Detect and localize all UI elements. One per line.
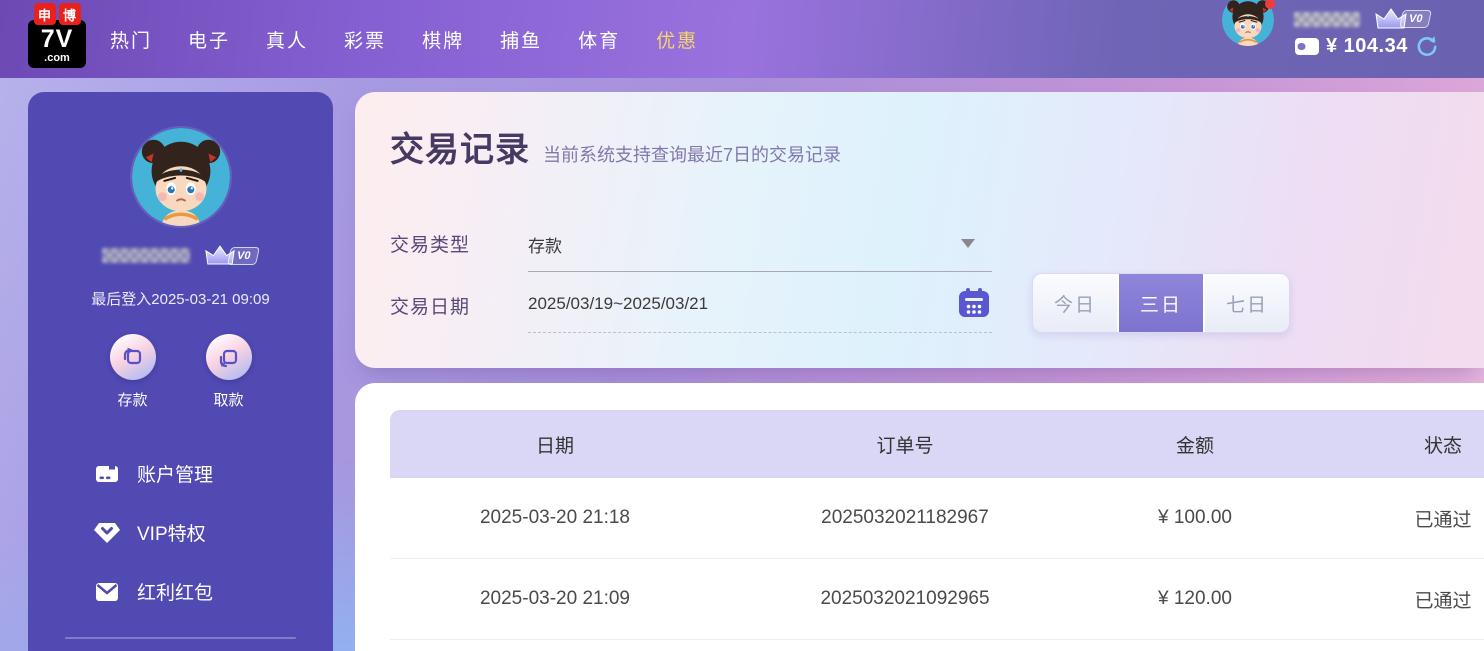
transactions-table: 日期 订单号 金额 状态 2025-03-20 21:18 2025032021… <box>390 410 1484 640</box>
header-amount: 金额 <box>1090 431 1300 458</box>
page-title: 交易记录 <box>390 122 530 171</box>
user-name-row: V0 <box>1294 9 1438 29</box>
sidebar: V0 最后登入2025-03-21 09:09 存款 取款 <box>28 92 333 651</box>
range-button-7days[interactable]: 七日 <box>1205 274 1289 332</box>
sidebar-item-label: 红利红包 <box>137 578 213 605</box>
nav-item-slots[interactable]: 电子 <box>188 26 230 53</box>
nav-item-hot[interactable]: 热门 <box>110 26 152 53</box>
deposit-button[interactable]: 存款 <box>101 334 165 410</box>
table-row: 2025-03-20 21:18 2025032021182967 ¥ 100.… <box>390 478 1484 559</box>
header-order-no: 订单号 <box>720 431 1090 458</box>
profile-vip-badge: V0 <box>227 247 260 265</box>
deposit-icon <box>110 334 156 380</box>
cell-amount: ¥ 100.00 <box>1090 507 1300 529</box>
profile-avatar[interactable] <box>132 128 230 226</box>
logo-suffix-text: .com <box>31 53 83 64</box>
top-nav: 申 博 7V .com 热门 电子 真人 彩票 棋牌 捕鱼 体育 优惠 V0 <box>0 0 1484 78</box>
last-login-text: 最后登入2025-03-21 09:09 <box>28 288 333 309</box>
sidebar-item-account[interactable]: 账户管理 <box>28 444 333 503</box>
transaction-date-label: 交易日期 <box>390 292 470 319</box>
filter-panel: 交易记录 当前系统支持查询最近7日的交易记录 交易类型 存款 交易日期 2025… <box>355 92 1484 368</box>
logo-main-text: 7V <box>31 27 83 52</box>
cell-date: 2025-03-20 21:09 <box>390 588 720 610</box>
red-packet-icon <box>94 579 120 605</box>
calendar-icon[interactable] <box>959 288 989 322</box>
wallet-icon <box>1294 36 1320 57</box>
chevron-down-icon[interactable] <box>961 239 975 248</box>
cell-order-no: 2025032021182967 <box>720 507 1090 529</box>
account-card-icon <box>94 461 120 487</box>
profile-username-blurred <box>102 248 190 263</box>
table-row: 2025-03-20 21:09 2025032021092965 ¥ 120.… <box>390 559 1484 640</box>
site-logo[interactable]: 申 博 7V .com <box>28 3 86 68</box>
logo-tag-left: 申 <box>34 3 56 25</box>
sidebar-item-vip[interactable]: VIP特权 <box>28 503 333 562</box>
quick-actions: 存款 取款 <box>28 334 333 410</box>
vip-gem-icon <box>94 520 120 546</box>
sidebar-item-label: 账户管理 <box>137 460 213 487</box>
main-nav: 热门 电子 真人 彩票 棋牌 捕鱼 体育 优惠 <box>110 0 698 78</box>
date-underline <box>528 332 992 333</box>
notification-dot <box>1265 0 1275 9</box>
date-range-group: 今日 三日 七日 <box>1032 273 1290 333</box>
balance-amount: ¥ 104.34 <box>1326 35 1408 58</box>
transaction-type-label: 交易类型 <box>390 230 470 257</box>
username-blurred <box>1294 12 1360 27</box>
page: { "colors": { "nav-active": "#f6d66b", "… <box>0 0 1484 651</box>
nav-item-lottery[interactable]: 彩票 <box>344 26 386 53</box>
transaction-date-input[interactable]: 2025/03/19~2025/03/21 <box>528 294 708 314</box>
user-avatar[interactable] <box>1222 0 1274 46</box>
cell-order-no: 2025032021092965 <box>720 588 1090 610</box>
profile-name-row: V0 <box>28 244 333 267</box>
nav-item-fishing[interactable]: 捕鱼 <box>500 26 542 53</box>
withdraw-label: 取款 <box>197 389 261 410</box>
range-button-today[interactable]: 今日 <box>1033 274 1119 332</box>
vip-level-badge: V0 <box>1399 10 1432 28</box>
refresh-icon[interactable] <box>1414 34 1438 58</box>
transactions-panel: 日期 订单号 金额 状态 2025-03-20 21:18 2025032021… <box>355 383 1484 651</box>
nav-item-sports[interactable]: 体育 <box>578 26 620 53</box>
withdraw-icon <box>206 334 252 380</box>
header-status: 状态 <box>1300 431 1484 458</box>
logo-tag-right: 博 <box>59 3 81 25</box>
range-button-3days[interactable]: 三日 <box>1119 274 1205 332</box>
sidebar-divider <box>65 637 296 639</box>
user-info: V0 ¥ 104.34 <box>1294 9 1438 58</box>
logo-tags: 申 博 <box>28 3 86 25</box>
nav-item-live[interactable]: 真人 <box>266 26 308 53</box>
deposit-label: 存款 <box>101 389 165 410</box>
cell-status: 已通过 <box>1300 505 1484 532</box>
nav-item-chess[interactable]: 棋牌 <box>422 26 464 53</box>
transaction-type-select[interactable]: 存款 <box>528 232 562 257</box>
cell-date: 2025-03-20 21:18 <box>390 507 720 529</box>
type-underline <box>528 271 992 272</box>
table-header: 日期 订单号 金额 状态 <box>390 410 1484 478</box>
cell-amount: ¥ 120.00 <box>1090 588 1300 610</box>
sidebar-item-redpacket[interactable]: 红利红包 <box>28 562 333 621</box>
cell-status: 已通过 <box>1300 586 1484 613</box>
nav-item-promo[interactable]: 优惠 <box>656 26 698 53</box>
logo-body: 7V .com <box>28 20 86 68</box>
title-row: 交易记录 当前系统支持查询最近7日的交易记录 <box>390 122 841 171</box>
header-date: 日期 <box>390 431 720 458</box>
page-subtitle: 当前系统支持查询最近7日的交易记录 <box>543 141 841 167</box>
withdraw-button[interactable]: 取款 <box>197 334 261 410</box>
sidebar-item-label: VIP特权 <box>137 519 206 546</box>
sidebar-menu: 账户管理 VIP特权 红利红包 <box>28 444 333 621</box>
balance-row: ¥ 104.34 <box>1294 34 1438 58</box>
